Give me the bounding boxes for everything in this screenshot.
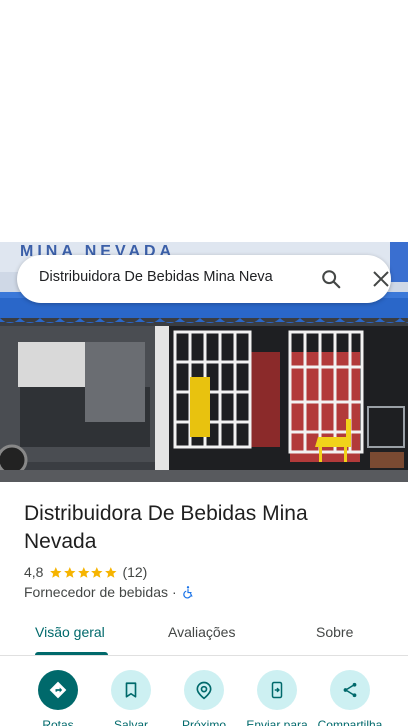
search-input[interactable]: Distribuidora De Bebidas Mina Neva xyxy=(39,269,289,285)
directions-icon xyxy=(49,681,67,699)
place-name: Distribuidora De Bebidas Mina Nevada xyxy=(24,502,308,553)
send-to-phone-button-circle[interactable] xyxy=(257,670,297,710)
send-to-phone-button[interactable]: Enviar para xyxy=(237,670,317,726)
star-icon xyxy=(104,566,117,578)
separator-dot: · xyxy=(172,584,177,600)
rating-value: 4,8 xyxy=(24,564,44,580)
star-icon xyxy=(64,566,76,578)
nearby-button-circle[interactable] xyxy=(184,670,224,710)
tab-indicator xyxy=(35,652,108,655)
send-to-phone-label: Enviar para xyxy=(246,718,308,726)
category-row: Fornecedor de bebidas · xyxy=(24,583,195,601)
save-button[interactable]: Salvar xyxy=(91,670,171,726)
send-to-phone-icon xyxy=(271,681,283,699)
nearby-icon xyxy=(196,681,212,700)
share-icon xyxy=(343,682,357,698)
place-category: Fornecedor de bebidas xyxy=(24,584,168,600)
share-label: Compartilha xyxy=(317,718,383,726)
search-bar[interactable]: Distribuidora De Bebidas Mina Neva xyxy=(17,255,391,303)
rating-stars xyxy=(49,566,117,579)
star-icon xyxy=(77,566,90,578)
nearby-button[interactable]: Próximo xyxy=(164,670,244,726)
place-tabs: Visão geral Avaliações Sobre xyxy=(0,612,408,656)
tab-about[interactable]: Sobre xyxy=(316,624,353,640)
close-icon[interactable] xyxy=(372,270,390,288)
directions-button[interactable]: Rotas xyxy=(18,670,98,726)
wheelchair-accessible-icon xyxy=(182,586,193,599)
save-button-circle[interactable] xyxy=(111,670,151,710)
action-bar: Rotas Salvar Próximo Enviar para Compart… xyxy=(0,666,408,726)
search-icon[interactable] xyxy=(320,268,342,290)
directions-label: Rotas xyxy=(42,718,74,726)
directions-button-circle[interactable] xyxy=(38,670,78,710)
save-label: Salvar xyxy=(113,718,148,726)
bookmark-icon xyxy=(125,682,137,698)
star-icon xyxy=(50,566,62,578)
nearby-label: Próximo xyxy=(181,718,226,726)
tab-reviews[interactable]: Avaliações xyxy=(168,624,235,640)
star-icon xyxy=(91,566,103,578)
tab-overview[interactable]: Visão geral xyxy=(35,624,105,640)
map-area[interactable] xyxy=(0,0,408,242)
share-button-circle[interactable] xyxy=(330,670,370,710)
rating-row[interactable]: 4,8 (12) xyxy=(24,563,147,581)
review-count[interactable]: (12) xyxy=(122,564,147,580)
share-button[interactable]: Compartilha xyxy=(310,670,390,726)
